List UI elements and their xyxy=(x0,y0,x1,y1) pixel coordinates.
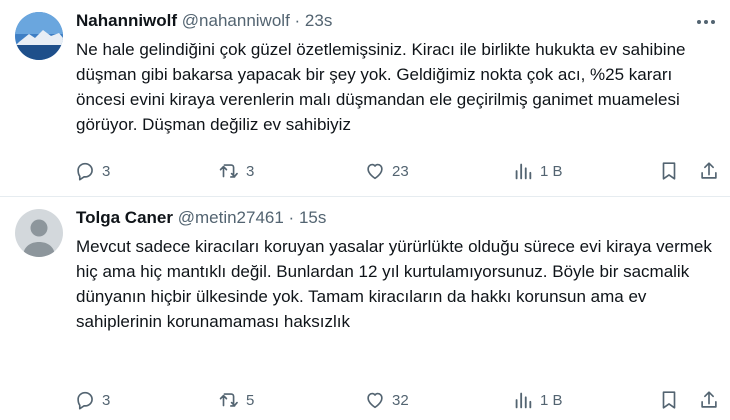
action-bar: 3 5 32 1 B xyxy=(66,386,726,414)
views-button[interactable]: 1 B xyxy=(512,157,563,185)
tweet: Nahanniwolf @nahanniwolf · 23s Ne hale g… xyxy=(0,0,730,197)
share-button[interactable] xyxy=(698,157,720,185)
display-name[interactable]: Tolga Caner xyxy=(76,208,173,227)
retweet-count: 3 xyxy=(246,162,255,180)
bookmark-icon xyxy=(662,162,676,180)
bookmark-button[interactable] xyxy=(658,386,680,414)
user-handle[interactable]: @metin27461 xyxy=(178,208,284,227)
more-dots-icon[interactable] xyxy=(694,14,718,30)
like-button[interactable]: 32 xyxy=(364,386,409,414)
user-handle[interactable]: @nahanniwolf xyxy=(182,11,290,30)
like-count: 32 xyxy=(392,391,409,409)
tweet-header: Tolga Caner @metin27461 · 15s xyxy=(76,207,326,229)
tweet: Tolga Caner @metin27461 · 15s Mevcut sad… xyxy=(0,197,730,420)
timestamp[interactable]: 23s xyxy=(305,11,332,30)
reply-icon xyxy=(77,391,93,410)
avatar[interactable] xyxy=(15,209,63,257)
views-button[interactable]: 1 B xyxy=(512,386,563,414)
views-chart-icon xyxy=(515,163,532,180)
separator: · xyxy=(289,11,305,30)
tweet-text: Mevcut sadece kiracıları koruyan yasalar… xyxy=(76,237,712,331)
share-icon xyxy=(701,162,717,179)
timestamp[interactable]: 15s xyxy=(299,208,326,227)
reply-count: 3 xyxy=(102,162,111,180)
avatar[interactable] xyxy=(15,12,63,60)
separator: · xyxy=(283,208,299,227)
tweet-header: Nahanniwolf @nahanniwolf · 23s xyxy=(76,10,332,32)
heart-icon xyxy=(367,392,383,409)
views-count: 1 B xyxy=(540,391,563,409)
like-button[interactable]: 23 xyxy=(364,157,409,185)
share-button[interactable] xyxy=(698,386,720,414)
bookmark-button[interactable] xyxy=(658,157,680,185)
retweet-button[interactable]: 5 xyxy=(218,386,254,414)
retweet-icon xyxy=(219,393,238,407)
views-chart-icon xyxy=(515,392,532,409)
retweet-count: 5 xyxy=(246,391,255,409)
retweet-icon xyxy=(219,164,238,178)
reply-button[interactable]: 3 xyxy=(74,386,110,414)
action-bar: 3 3 23 1 B xyxy=(66,157,726,185)
like-count: 23 xyxy=(392,162,409,180)
bookmark-icon xyxy=(662,391,676,409)
views-count: 1 B xyxy=(540,162,563,180)
reply-count: 3 xyxy=(102,391,111,409)
retweet-button[interactable]: 3 xyxy=(218,157,254,185)
tweet-text: Ne hale gelindiğini çok güzel özetlemişs… xyxy=(76,40,686,134)
reply-button[interactable]: 3 xyxy=(74,157,110,185)
display-name[interactable]: Nahanniwolf xyxy=(76,11,177,30)
heart-icon xyxy=(367,163,383,180)
reply-icon xyxy=(77,162,93,181)
share-icon xyxy=(701,391,717,408)
